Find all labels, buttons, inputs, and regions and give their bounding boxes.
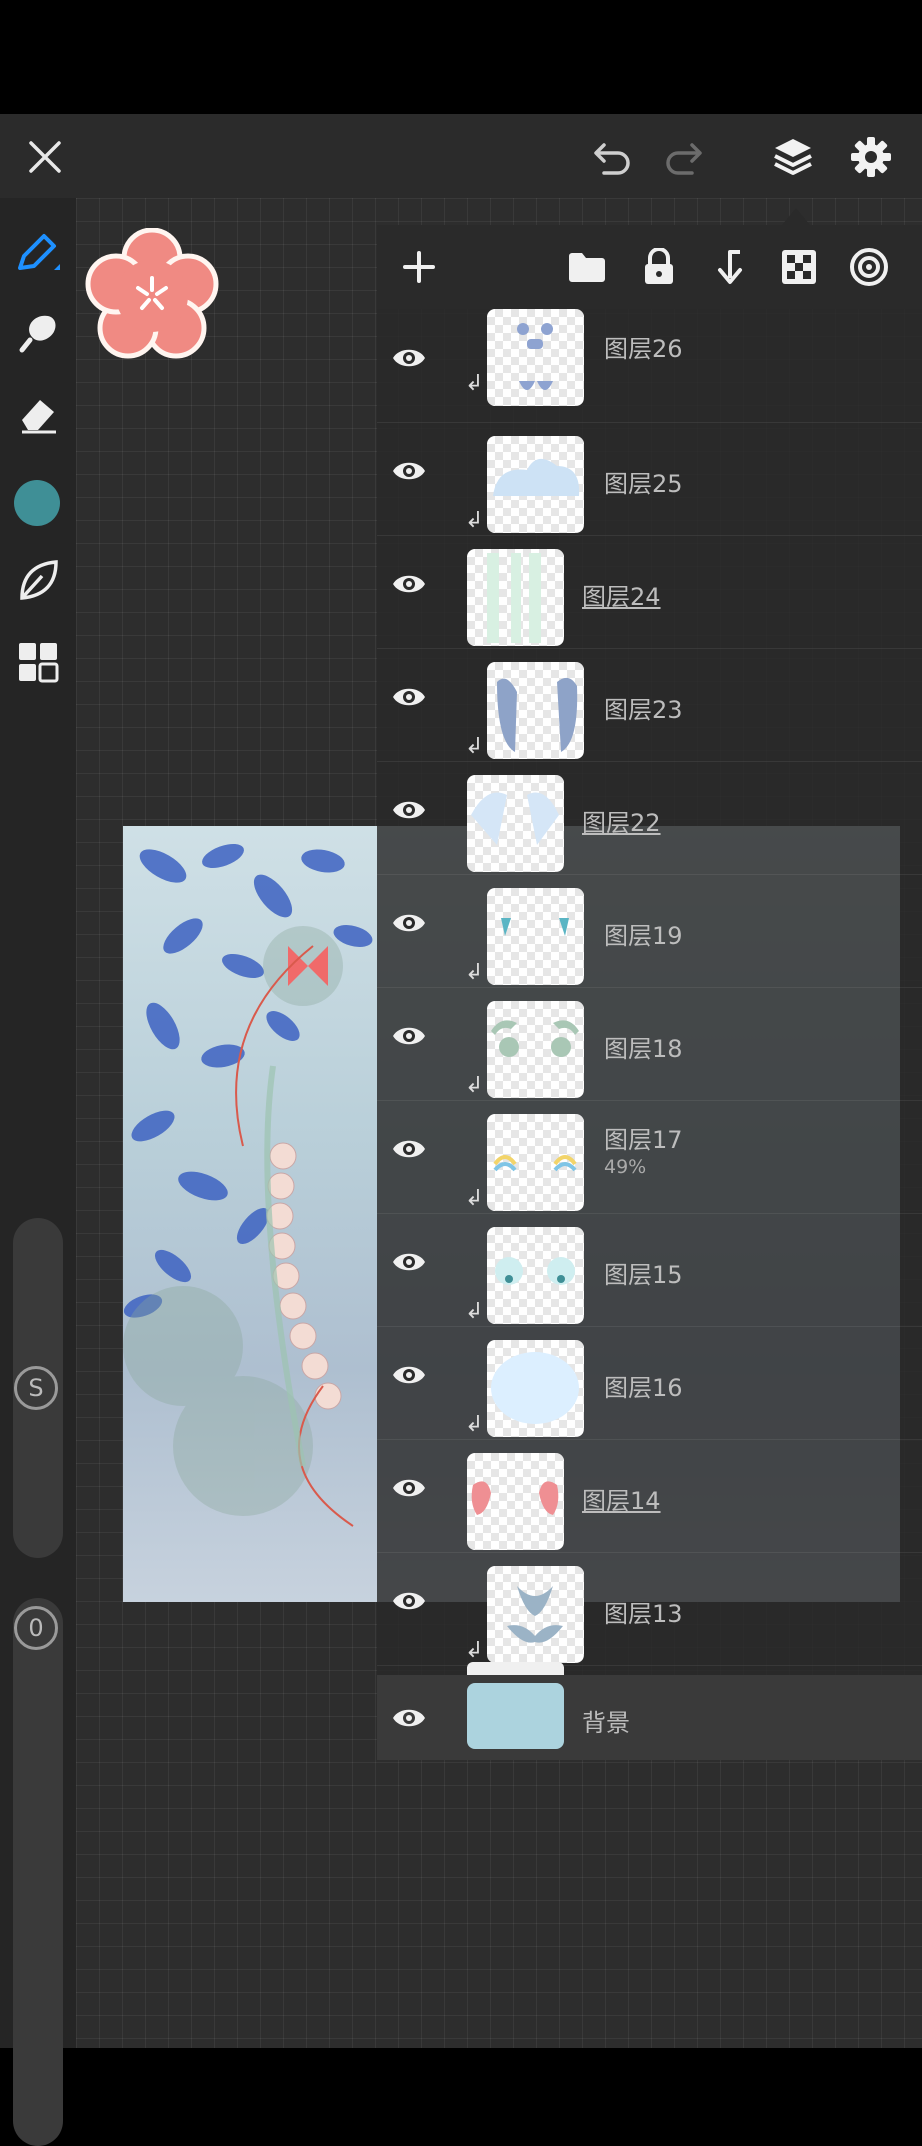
status-bar xyxy=(0,0,922,114)
panel-pointer xyxy=(782,208,810,225)
layer-row[interactable]: 图层24 xyxy=(377,535,922,649)
eye-icon[interactable] xyxy=(391,1588,427,1618)
layers-icon[interactable] xyxy=(768,132,818,182)
eraser-icon[interactable] xyxy=(12,388,64,440)
clip-arrow-icon: ↲ xyxy=(465,508,484,533)
eye-icon[interactable] xyxy=(391,1023,427,1053)
clip-arrow-icon: ↲ xyxy=(465,1073,484,1098)
target-icon[interactable] xyxy=(847,245,891,289)
undo-icon[interactable] xyxy=(590,138,636,178)
layer-thumbnail xyxy=(487,1227,584,1324)
layer-name: 图层19 xyxy=(604,922,683,950)
layer-name: 图层24 xyxy=(582,583,661,611)
add-icon[interactable] xyxy=(397,245,441,289)
layer-thumbnail xyxy=(487,1114,584,1211)
clip-arrow-icon: ↲ xyxy=(465,734,484,759)
folder-icon[interactable] xyxy=(565,245,609,289)
eye-icon[interactable] xyxy=(391,910,427,940)
layer-row[interactable]: ↲ 图层23 xyxy=(377,648,922,762)
layer-name: 图层13 xyxy=(604,1600,683,1628)
eye-icon[interactable] xyxy=(391,684,427,714)
clip-arrow-icon: ↲ xyxy=(465,1638,484,1663)
opacity-label: 0 xyxy=(14,1606,58,1650)
layer-thumbnail xyxy=(487,436,584,533)
layer-name: 图层18 xyxy=(604,1035,683,1063)
clip-merge-icon[interactable] xyxy=(707,245,751,289)
background-layer-row[interactable]: 背景 xyxy=(377,1675,922,1760)
layer-thumbnail xyxy=(487,662,584,759)
layer-row[interactable]: ↲ 图层17 49% xyxy=(377,1100,922,1214)
layer-row[interactable]: 图层22 xyxy=(377,761,922,875)
layer-row[interactable]: ↲ 图层25 xyxy=(377,422,922,536)
layer-thumbnail xyxy=(487,1340,584,1437)
clip-arrow-icon: ↲ xyxy=(465,1186,484,1211)
layer-thumbnail xyxy=(487,1566,584,1663)
eye-icon[interactable] xyxy=(391,1475,427,1505)
layer-name: 图层15 xyxy=(604,1261,683,1289)
eye-icon[interactable] xyxy=(391,571,427,601)
layer-row[interactable]: ↲ 图层19 xyxy=(377,874,922,988)
layer-row[interactable]: ↲ 图层16 xyxy=(377,1326,922,1440)
brush-icon[interactable] xyxy=(12,226,64,278)
close-icon[interactable] xyxy=(22,134,68,180)
layer-name: 图层22 xyxy=(582,809,661,837)
eye-icon[interactable] xyxy=(391,1249,427,1279)
layer-thumbnail xyxy=(487,1001,584,1098)
leaf-icon[interactable] xyxy=(12,554,64,606)
eye-icon[interactable] xyxy=(391,1705,427,1735)
color-swatch[interactable] xyxy=(14,480,60,526)
top-toolbar xyxy=(0,114,922,198)
clip-arrow-icon: ↲ xyxy=(465,371,484,396)
redo-icon[interactable] xyxy=(660,138,706,178)
layer-thumbnail xyxy=(487,888,584,985)
eye-icon[interactable] xyxy=(391,1362,427,1392)
layer-name: 图层25 xyxy=(604,470,683,498)
clip-arrow-icon: ↲ xyxy=(465,960,484,985)
layer-thumbnail xyxy=(467,775,564,872)
eye-icon[interactable] xyxy=(391,458,427,488)
lock-icon[interactable] xyxy=(637,245,681,289)
layer-name: 图层26 xyxy=(604,335,683,363)
layer-name: 图层14 xyxy=(582,1487,661,1515)
layer-name: 图层23 xyxy=(604,696,683,724)
layer-row[interactable]: ↲ 图层15 xyxy=(377,1213,922,1327)
layer-thumbnail xyxy=(467,1453,564,1550)
layer-name: 背景 xyxy=(582,1709,630,1737)
clip-arrow-icon: ↲ xyxy=(465,1412,484,1437)
left-toolbar: S 0 xyxy=(0,198,76,2146)
checker-icon[interactable] xyxy=(777,245,821,289)
eye-icon[interactable] xyxy=(391,1136,427,1166)
layers-panel: ↲ 图层26 ↲ 图层25 图层24 ↲ 图层23 图层22 ↲ 图层19 ↲ … xyxy=(377,225,922,1760)
eye-icon[interactable] xyxy=(391,345,427,375)
layer-row[interactable]: ↲ 图层13 xyxy=(377,1552,922,1666)
size-label: S xyxy=(14,1366,58,1410)
smudge-icon[interactable] xyxy=(12,306,64,358)
layer-row[interactable]: ↲ 图层26 xyxy=(377,309,922,423)
gear-icon[interactable] xyxy=(846,132,896,182)
layer-thumbnail xyxy=(467,549,564,646)
grid-icon[interactable] xyxy=(12,636,64,688)
layer-thumbnail xyxy=(487,309,584,406)
layer-row[interactable]: ↲ 图层18 xyxy=(377,987,922,1101)
layer-row[interactable]: 图层14 xyxy=(377,1439,922,1553)
layer-name: 图层16 xyxy=(604,1374,683,1402)
eye-icon[interactable] xyxy=(391,797,427,827)
layer-opacity: 49% xyxy=(604,1156,647,1178)
layers-panel-header xyxy=(377,225,922,309)
background-color-thumbnail xyxy=(467,1683,564,1749)
flower-sticker[interactable] xyxy=(84,227,220,368)
opacity-slider[interactable] xyxy=(13,1598,63,2146)
layer-name: 图层17 xyxy=(604,1126,683,1154)
clip-arrow-icon: ↲ xyxy=(465,1299,484,1324)
layer-thumbnail-partial xyxy=(467,1662,564,1675)
